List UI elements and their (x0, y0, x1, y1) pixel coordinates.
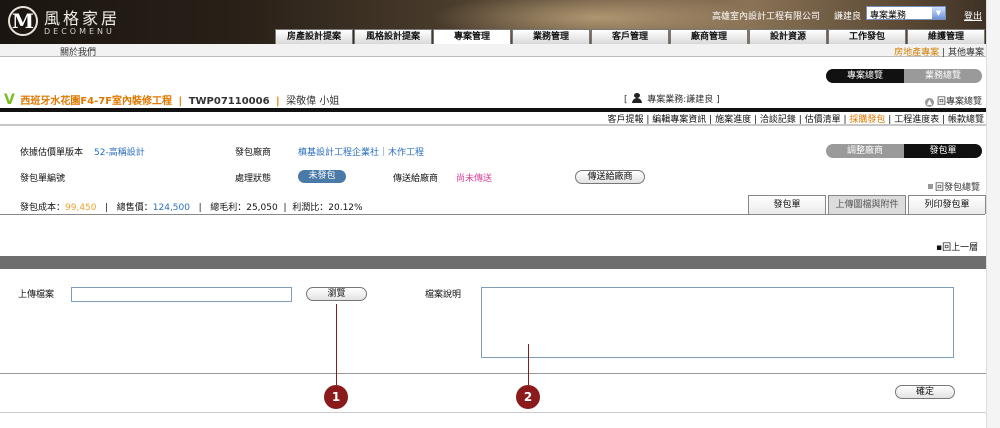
gross-profit-label: 總毛利： (210, 203, 247, 213)
project-manager: [ 專案業務:謙建良 ] (624, 92, 720, 105)
status-label: 處理狀態 (235, 174, 272, 184)
company-name: 高雄室內設計工程有限公司 (712, 12, 821, 22)
project-code: TWP07110006 (188, 96, 270, 107)
order-subtabs: 發包單 上傳圖檔與附件 列印發包單 (748, 195, 988, 214)
confirm-button[interactable]: 確定 (895, 385, 955, 399)
nav-tab-maintenance[interactable]: 維護管理 (907, 29, 985, 44)
nav-tab-customers[interactable]: 客戶管理 (591, 29, 669, 44)
project-marker: V (4, 92, 15, 108)
divider: | (276, 96, 280, 107)
profit-ratio-value: 20.12% (328, 203, 363, 213)
nav-tab-style-design[interactable]: 風格設計提案 (354, 29, 432, 44)
sub-bar: 關於我們 房地產專案 | 其他專案 (0, 44, 1000, 58)
divider (0, 214, 985, 215)
vendor-label: 發包廠商 (235, 148, 272, 158)
estimate-version-label: 依據估價單版本 (20, 148, 84, 158)
project-manager-label: 專案業務:謙建良 (647, 95, 714, 105)
divider: | (942, 48, 946, 58)
gross-profit-value: 25,050 (246, 203, 278, 213)
adjust-vendor-button[interactable]: 調整廠商 (826, 144, 904, 158)
real-estate-project-link[interactable]: 房地產專案 (894, 48, 939, 58)
about-link[interactable]: 關於我們 (60, 45, 96, 58)
back-to-projects-label: 回專案總覽 (937, 97, 983, 107)
other-project-link[interactable]: 其他專案 (948, 48, 984, 58)
callout-line (528, 344, 529, 386)
order-sheet-button[interactable]: 發包單 (904, 144, 982, 158)
vertical-scrollbar[interactable] (986, 0, 1000, 428)
role-select[interactable]: 專案業務 ▼ (866, 6, 946, 21)
header-banner: M 風格家居 DECOMENU 高雄室內設計工程有限公司 謙建良 專案業務 ▼ … (0, 0, 1000, 44)
upload-file-label: 上傳檔案 (18, 290, 55, 300)
divider: | (178, 96, 183, 107)
divider (0, 124, 1000, 126)
logo-icon: M (8, 6, 38, 36)
arrow-up-icon: ▲ (925, 98, 934, 107)
file-description-textarea[interactable] (481, 287, 954, 358)
back-up-label: 回上一層 (942, 243, 979, 253)
role-select-value: 專案業務 (870, 11, 907, 21)
estimate-version-value[interactable]: 52-高稱設計 (94, 145, 145, 158)
back-to-orders-label: 回發包總覽 (935, 183, 981, 193)
project-title-line: V 西班牙水花園F4-7F室內裝修工程 | TWP07110006 | 梁敬偉 … (4, 92, 340, 108)
profit-ratio-label: 利潤比： (292, 203, 329, 213)
divider: | (105, 203, 109, 213)
send-to-vendor-label: 傳送給廠商 (393, 174, 439, 184)
bracket-close: ] (716, 95, 720, 105)
tab-order-sheet[interactable]: 發包單 (748, 195, 826, 214)
nav-tab-work-orders[interactable]: 工作發包 (828, 29, 906, 44)
total-price-label: 總售價： (116, 203, 153, 213)
divider (0, 412, 1000, 413)
callout-line (336, 304, 337, 386)
logo-text: 風格家居 (44, 9, 121, 28)
project-name: 西班牙水花園F4-7F室內裝修工程 (20, 96, 173, 107)
order-number-label: 發包單編號 (20, 174, 66, 184)
client-name: 梁敬偉 小姐 (286, 96, 340, 107)
file-description-label: 檔案說明 (425, 290, 462, 300)
business-overview-button[interactable]: 業務總覽 (904, 69, 982, 83)
callout-badge-1: 1 (324, 385, 348, 409)
cost-summary: 發包成本：99,450 | 總售價：124,500 | 總毛利：25,050 |… (20, 200, 363, 213)
person-icon (632, 93, 643, 103)
logo-subtext: DECOMENU (44, 27, 115, 36)
tab-print-order[interactable]: 列印發包單 (908, 195, 986, 214)
nav-tab-house-design[interactable]: 房產設計提案 (275, 29, 353, 44)
callout-badge-2: 2 (516, 385, 540, 409)
divider (0, 373, 1000, 374)
section-header-band (0, 256, 1000, 269)
user-name: 謙建良 (834, 12, 862, 22)
order-toggle: 調整廠商 發包單 (826, 144, 982, 158)
nav-tab-project-management[interactable]: 專案管理 (433, 29, 511, 44)
logout-link[interactable]: 登出 (964, 9, 982, 22)
bracket-open: [ (624, 95, 628, 105)
cost-value: 99,450 (65, 203, 97, 213)
divider: | (283, 203, 287, 213)
vendor-value[interactable]: 槙基設計工程企業社｜木作工程 (298, 145, 424, 158)
nav-tab-vendors[interactable]: 廠商管理 (670, 29, 748, 44)
send-status-value: 尚未傳送 (456, 174, 493, 184)
tab-upload-attachments[interactable]: 上傳圖檔與附件 (828, 195, 906, 214)
back-to-orders-link[interactable]: 回發包總覽 (928, 180, 980, 193)
main-nav: 房產設計提案 風格設計提案 專案管理 業務管理 客戶管理 廠商管理 設計資源 工… (275, 29, 986, 44)
square-bullet-icon (928, 184, 933, 189)
send-to-vendor-button[interactable]: 傳送給廠商 (575, 170, 645, 184)
upload-file-input[interactable] (71, 287, 292, 302)
back-up-link[interactable]: ▪回上一層 (936, 240, 978, 253)
nav-tab-business[interactable]: 業務管理 (512, 29, 590, 44)
project-type-links: 房地產專案 | 其他專案 (894, 45, 984, 58)
project-overview-button[interactable]: 專案總覽 (826, 69, 904, 83)
browse-button[interactable]: 瀏覽 (306, 287, 367, 301)
chevron-down-icon[interactable]: ▼ (932, 7, 945, 19)
divider: | (198, 203, 202, 213)
status-badge: 未發包 (298, 170, 346, 183)
total-price-value: 124,500 (152, 203, 190, 213)
cost-label: 發包成本： (20, 203, 66, 213)
back-to-projects-link[interactable]: ▲ 回專案總覽 (925, 94, 982, 107)
overview-toggle: 專案總覽 業務總覽 (826, 69, 982, 83)
nav-tab-design-resources[interactable]: 設計資源 (749, 29, 827, 44)
